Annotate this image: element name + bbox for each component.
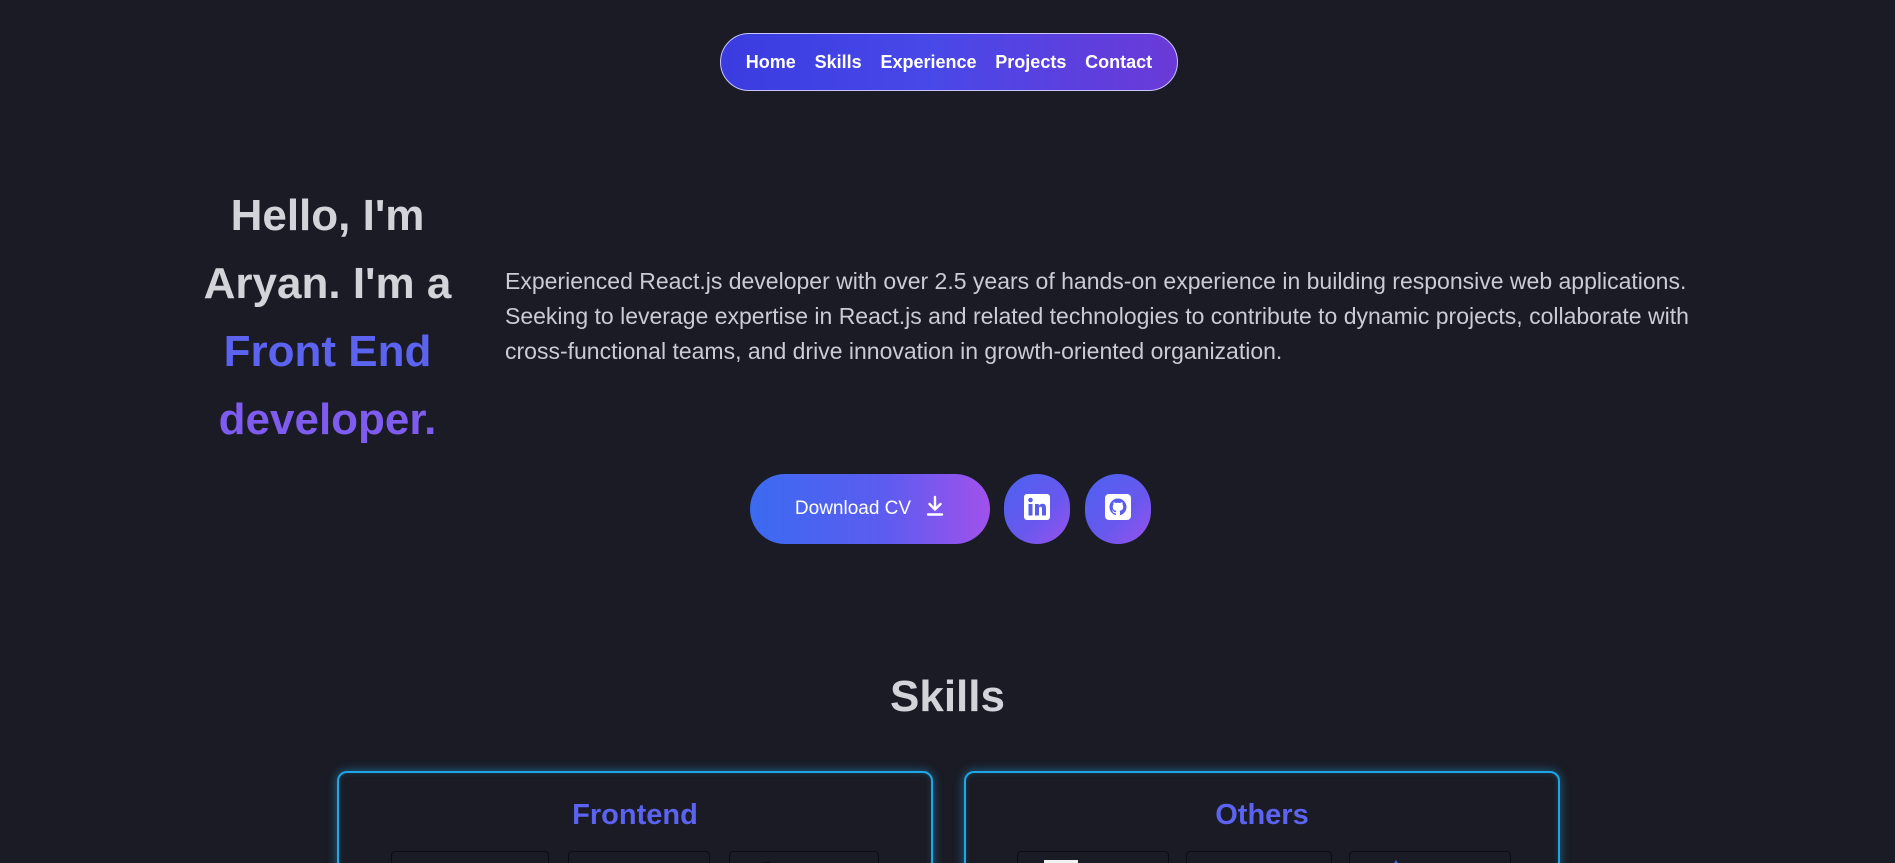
skill-card-frontend: Frontend [337, 771, 933, 863]
download-icon [925, 495, 945, 523]
hero-description: Experienced React.js developer with over… [505, 268, 1689, 364]
top-nav: Home Skills Experience Projects Contact [720, 33, 1178, 91]
skill-chip [729, 851, 879, 863]
github-icon [1104, 493, 1132, 526]
nav-projects[interactable]: Projects [995, 52, 1066, 73]
linkedin-button[interactable] [1004, 474, 1070, 544]
download-cv-button[interactable]: Download CV [750, 474, 990, 544]
skill-chip [391, 851, 549, 863]
skill-chip [1017, 851, 1169, 863]
hero-line-3: Front End [223, 327, 432, 376]
skill-card-others: Others [964, 771, 1560, 863]
hero-line-4: developer. [218, 395, 437, 444]
skill-card-title: Others [1215, 799, 1309, 831]
hero-heading: Hello, I'm Aryan. I'm a Front End develo… [185, 182, 470, 454]
skill-chip [1349, 851, 1511, 863]
download-cv-label: Download CV [794, 498, 912, 519]
nav-experience[interactable]: Experience [880, 52, 976, 73]
nav-contact[interactable]: Contact [1085, 52, 1152, 73]
skill-chip [1186, 851, 1332, 863]
nav-home[interactable]: Home [746, 52, 796, 73]
page: Home Skills Experience Projects Contact … [0, 0, 1895, 863]
github-button[interactable] [1085, 474, 1151, 544]
hero-line-2: Aryan. I'm a [203, 259, 452, 308]
skills-heading: Skills [890, 672, 1005, 721]
nav-skills[interactable]: Skills [815, 52, 862, 73]
skill-card-title: Frontend [572, 799, 698, 831]
linkedin-icon [1023, 493, 1051, 526]
skill-chip [568, 851, 710, 863]
hero-line-1: Hello, I'm [230, 191, 425, 240]
